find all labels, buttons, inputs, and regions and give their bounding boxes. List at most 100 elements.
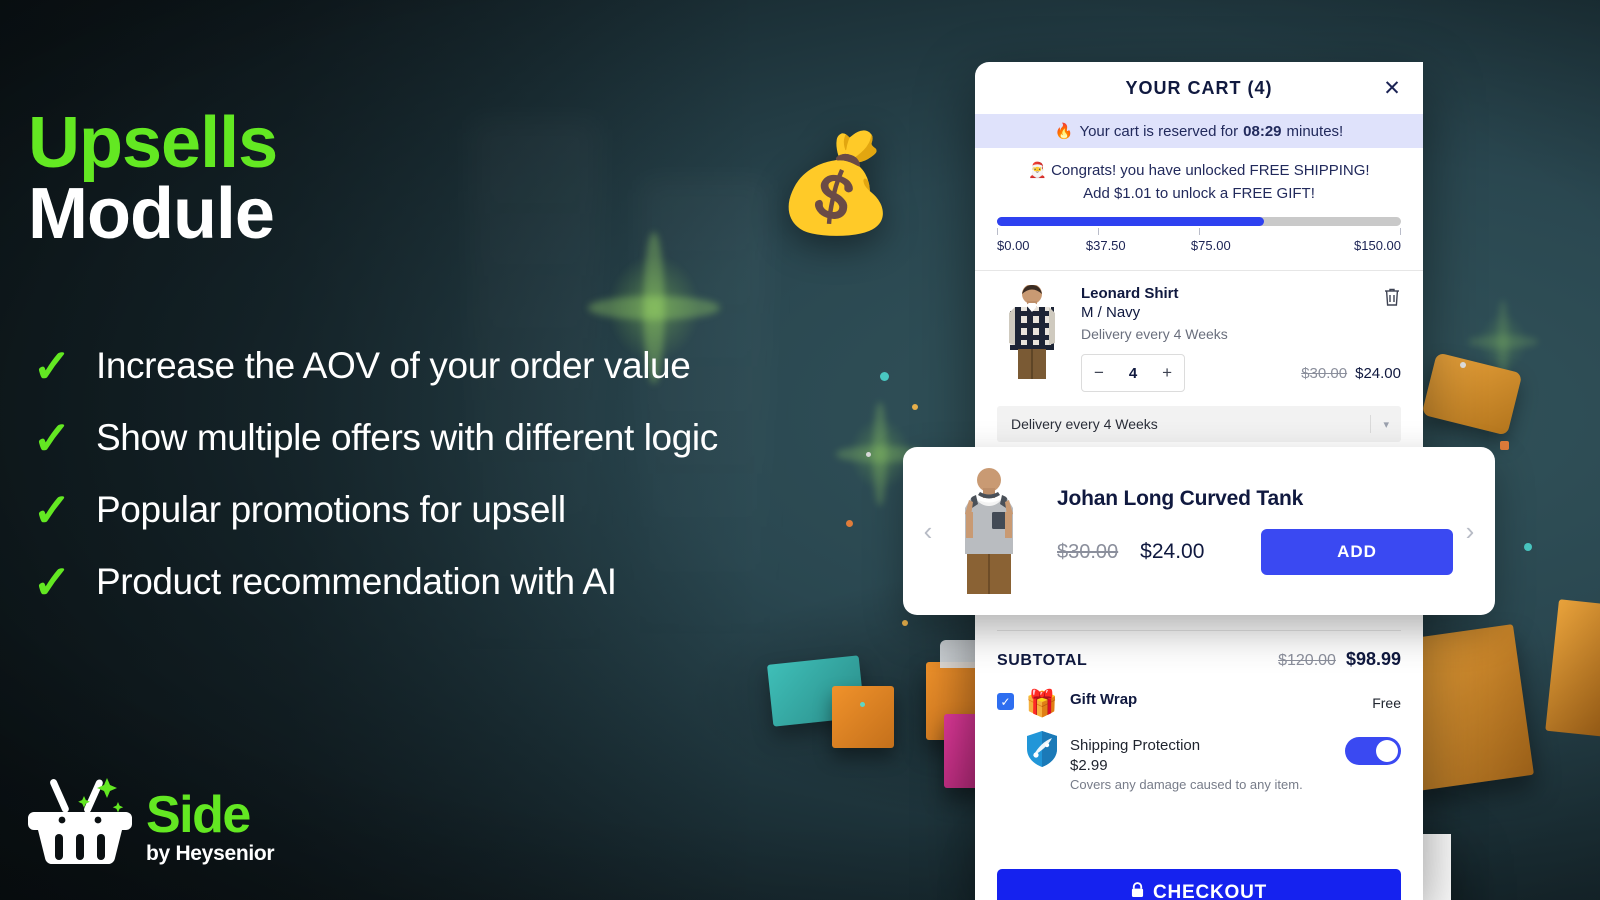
headline-line-1: Upsells [28, 103, 278, 183]
logo-byline: by Heysenior [146, 842, 275, 865]
page-title: Upsells Module [28, 103, 278, 254]
cart-line-item: Leonard Shirt M / Navy Delivery every 4 … [975, 271, 1423, 398]
subtotal-discounted: $98.99 [1345, 649, 1401, 669]
subtotal-label: SUBTOTAL [997, 652, 1088, 669]
list-item: ✓ Popular promotions for upsell [30, 474, 910, 546]
confetti-dot [1460, 362, 1466, 368]
shipping-protection-title: Shipping Protection [1070, 737, 1201, 754]
quantity-decrease-button[interactable]: − [1094, 363, 1104, 383]
list-item: ✓ Product recommendation with AI [30, 546, 910, 618]
upsell-product-thumbnail[interactable] [945, 468, 1033, 594]
upsell-add-button[interactable]: ADD [1261, 529, 1453, 575]
shipping-protection-shield-icon [1024, 731, 1060, 767]
check-icon: ✓ [32, 412, 72, 464]
subtotal-original: $120.00 [1278, 652, 1336, 669]
gift-wrap-price: Free [1372, 695, 1401, 711]
subtotal-row: SUBTOTAL $120.00 $98.99 [997, 631, 1401, 680]
list-item-label: Show multiple offers with different logi… [96, 417, 718, 458]
line-item-details: Leonard Shirt M / Navy Delivery every 4 … [1081, 285, 1401, 392]
upsell-details: Johan Long Curved Tank $30.00 $24.00 ADD [1033, 487, 1453, 575]
upsell-offer-card: ‹ Johan Long Curved Tank $30.00 $24.00 A… [903, 447, 1495, 615]
gift-wrap-checkbox[interactable]: ✓ [997, 693, 1014, 710]
cart-reservation-banner: 🔥 Your cart is reserved for 08:29 minute… [975, 114, 1423, 148]
upsell-price-row: $30.00 $24.00 ADD [1057, 529, 1453, 575]
quantity-increase-button[interactable]: + [1162, 363, 1172, 383]
trash-icon[interactable] [1383, 287, 1401, 307]
shipping-protection-description: Covers any damage caused to any item. [1070, 777, 1303, 792]
toggle-knob [1376, 740, 1398, 762]
confetti-dot [902, 620, 908, 626]
gift-wrap-icon: 🎁 [1025, 687, 1059, 718]
tick-label: $0.00 [997, 238, 1030, 253]
shopping-basket-icon [28, 778, 132, 864]
list-item-label: Product recommendation with AI [96, 561, 617, 602]
reservation-prefix: Your cart is reserved for [1079, 122, 1239, 140]
checkout-label: CHECKOUT [1152, 882, 1268, 900]
quantity-and-price-row: − 4 + $30.00 $24.00 [1081, 354, 1401, 392]
brand-logo: SideCart by Heysenior [28, 772, 1451, 900]
price-original: $30.00 [1301, 364, 1348, 382]
promo-banner: 💰 Upsells Module ✓ Increase the AOV of y… [0, 0, 1600, 900]
chevron-down-icon[interactable]: ▾ [1370, 415, 1389, 433]
santa-icon: 🎅 [1028, 162, 1048, 179]
list-item-label: Increase the AOV of your order value [96, 345, 691, 386]
rewards-line-1: 🎅 Congrats! you have unlocked FREE SHIPPI… [997, 160, 1401, 183]
gift-wrap-body: Gift Wrap [1070, 685, 1362, 708]
confetti-dot [1524, 543, 1532, 551]
list-item: ✓ Increase the AOV of your order value [30, 330, 910, 402]
subscription-select[interactable]: Delivery every 4 Weeks ▾ [997, 406, 1401, 442]
reservation-suffix: minutes! [1286, 122, 1344, 140]
rewards-line-2: Add $1.01 to unlock a FREE GIFT! [1083, 184, 1315, 202]
close-icon[interactable]: ✕ [1379, 75, 1405, 101]
reservation-timer: 08:29 [1243, 122, 1282, 140]
check-icon: ✓ [32, 340, 72, 392]
subtotal-prices: $120.00 $98.99 [1278, 649, 1401, 670]
confetti-dot [1500, 441, 1509, 450]
gift-box-orange-small [832, 686, 894, 748]
subscription-select-value: Delivery every 4 Weeks [1011, 416, 1158, 432]
tick-label: $150.00 [1354, 238, 1401, 253]
addon-gift-wrap: ✓ 🎁 Gift Wrap Free [997, 680, 1401, 726]
lock-icon [1131, 882, 1144, 900]
product-variant: M / Navy [1081, 304, 1141, 321]
upsell-product-name: Johan Long Curved Tank [1057, 487, 1304, 510]
rewards-progress: 🎅 Congrats! you have unlocked FREE SHIPPI… [975, 148, 1423, 264]
tick-label: $37.50 [1085, 238, 1126, 253]
check-icon: ✓ [32, 484, 72, 536]
money-bag-icon: 💰 [776, 130, 896, 237]
tick-label: $75.00 [1190, 238, 1231, 253]
price-discounted: $24.00 [1355, 364, 1401, 382]
upsell-price-discounted: $24.00 [1140, 540, 1205, 563]
cart-title: YOUR CART (4) [1125, 77, 1273, 98]
quantity-stepper[interactable]: − 4 + [1081, 354, 1185, 392]
logo-word-side: Side [146, 786, 251, 844]
checkout-button[interactable]: CHECKOUT [997, 869, 1401, 900]
headline-line-2: Module [28, 173, 275, 254]
shipping-protection-toggle[interactable] [1345, 737, 1401, 765]
product-name: Leonard Shirt [1081, 285, 1179, 302]
upsell-price-original: $30.00 [1057, 540, 1119, 563]
fire-icon: 🔥 [1054, 123, 1074, 140]
cart-totals: SUBTOTAL $120.00 $98.99 ✓ 🎁 Gift Wrap Fr… [975, 630, 1423, 797]
upsell-next-button[interactable]: › [1453, 516, 1487, 547]
quantity-value: 4 [1128, 364, 1138, 382]
product-thumbnail[interactable] [997, 285, 1067, 385]
rewards-line-1-text: Congrats! you have unlocked FREE SHIPPIN… [1051, 162, 1370, 179]
confetti-dot [860, 702, 865, 707]
shipping-protection-body: Shipping Protection $2.99 Covers any dam… [1070, 731, 1335, 792]
cart-header: YOUR CART (4) ✕ [975, 62, 1423, 114]
logo-title: SideCart [146, 786, 1451, 900]
gift-wrap-title: Gift Wrap [1070, 691, 1138, 708]
rewards-progress-bar [997, 217, 1401, 226]
confetti-dot [912, 404, 918, 410]
progress-tick-labels: $0.00 $37.50 $75.00 $150.00 [997, 238, 1401, 256]
logo-wordmark: SideCart by Heysenior [146, 786, 1451, 900]
check-icon: ✓ [32, 556, 72, 608]
upsell-prev-button[interactable]: ‹ [911, 516, 945, 547]
feature-list: ✓ Increase the AOV of your order value ✓… [30, 330, 910, 618]
addon-shipping-protection: Shipping Protection $2.99 Covers any dam… [997, 726, 1401, 797]
progress-tick-marks [997, 228, 1401, 238]
rewards-progress-fill [997, 217, 1264, 226]
product-delivery-note: Delivery every 4 Weeks [1081, 326, 1228, 342]
list-item-label: Popular promotions for upsell [96, 489, 566, 530]
